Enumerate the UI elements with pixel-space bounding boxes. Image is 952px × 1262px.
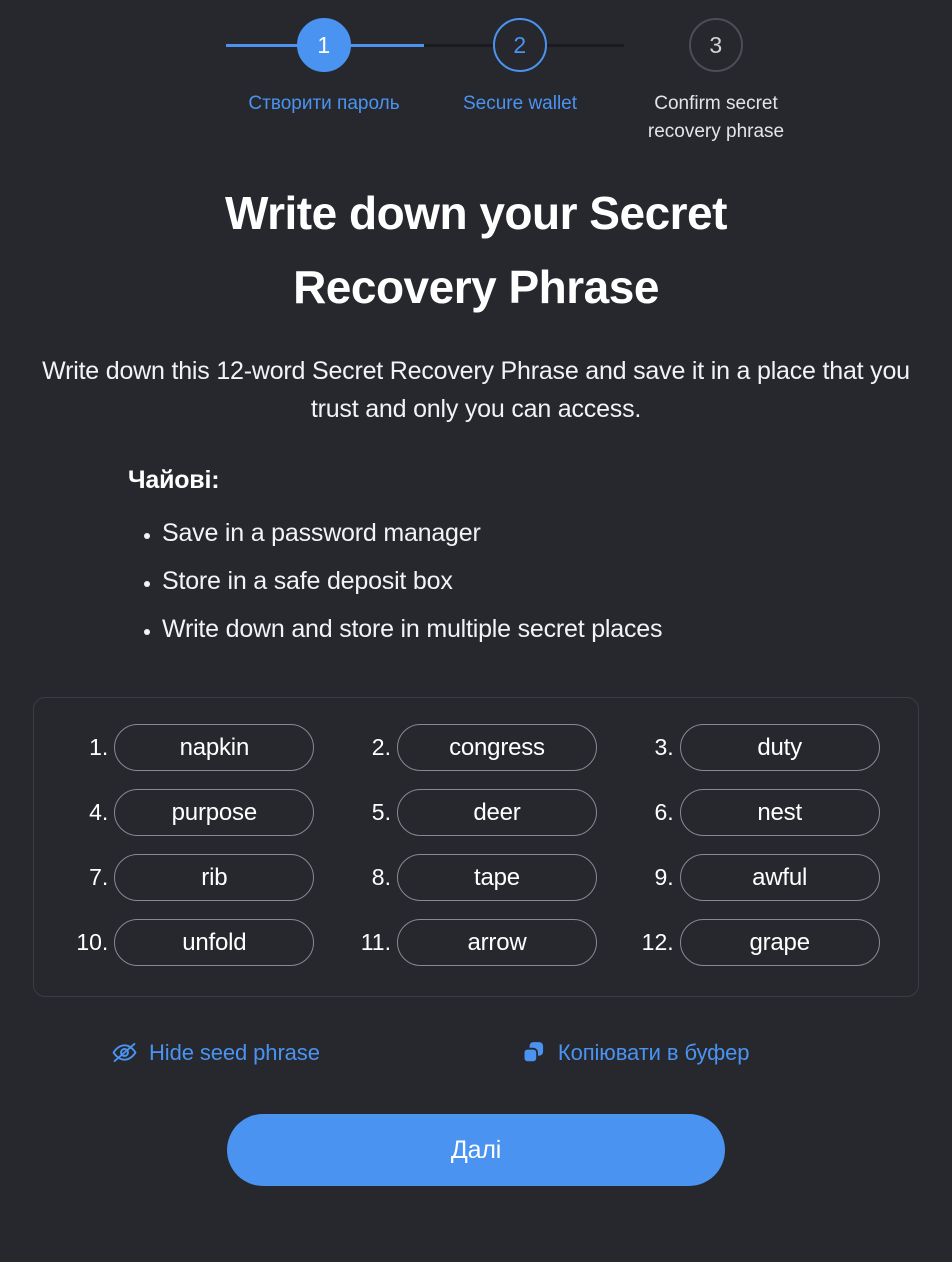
stepper-step-2[interactable]: 2 Secure wallet	[422, 18, 618, 118]
seed-word-cell-9: 9. awful	[617, 854, 900, 901]
step-3-circle: 3	[689, 18, 743, 72]
seed-word-cell-7: 7. rib	[52, 854, 335, 901]
step-1-circle: 1	[297, 18, 351, 72]
next-button[interactable]: Далі	[227, 1114, 725, 1186]
stepper-step-3[interactable]: 3 Confirm secret recovery phrase	[618, 18, 814, 146]
seed-word-pill[interactable]: arrow	[396, 919, 597, 966]
step-2-label: Secure wallet	[462, 93, 578, 114]
seed-word-pill[interactable]: purpose	[114, 789, 315, 836]
seed-word-pill[interactable]: awful	[679, 854, 880, 901]
eye-slash-icon	[111, 1039, 138, 1066]
seed-word-cell-6: 6. nest	[617, 789, 900, 836]
step-2-circle: 2	[493, 18, 547, 72]
copy-to-clipboard-button[interactable]: Копіювати в буфер	[520, 1039, 750, 1066]
seed-word-index: 7.	[89, 864, 109, 890]
seed-word-index: 12.	[641, 929, 674, 955]
seed-phrase-container: 1. napkin 2. congress 3. duty 4. purpose…	[33, 697, 919, 997]
seed-word-pill[interactable]: congress	[396, 724, 597, 771]
seed-word-pill[interactable]: tape	[396, 854, 597, 901]
copy-to-clipboard-label: Копіювати в буфер	[557, 1039, 750, 1065]
seed-word-index: 2.	[371, 734, 391, 760]
seed-word-index: 1.	[89, 734, 109, 760]
seed-phrase-grid: 1. napkin 2. congress 3. duty 4. purpose…	[52, 724, 900, 966]
seed-actions-row: Hide seed phrase Копіювати в буфер	[33, 1039, 919, 1066]
seed-word-cell-8: 8. tape	[335, 854, 618, 901]
seed-word-index: 4.	[89, 799, 109, 825]
seed-word-index: 5.	[371, 799, 391, 825]
seed-word-cell-12: 12. grape	[617, 919, 900, 966]
seed-word-pill[interactable]: rib	[114, 854, 315, 901]
seed-word-cell-4: 4. purpose	[52, 789, 335, 836]
seed-word-pill[interactable]: napkin	[114, 724, 315, 771]
tips-section: Чайові: Save in a password manager Store…	[0, 466, 952, 653]
seed-word-cell-2: 2. congress	[335, 724, 618, 771]
tips-list-item: Store in a safe deposit box	[162, 557, 952, 605]
seed-word-cell-1: 1. napkin	[52, 724, 335, 771]
tips-list-item: Save in a password manager	[162, 509, 952, 557]
tips-list-item: Write down and store in multiple secret …	[162, 605, 952, 653]
seed-word-cell-3: 3. duty	[617, 724, 900, 771]
seed-word-index: 8.	[371, 864, 391, 890]
seed-word-index: 6.	[654, 799, 674, 825]
progress-stepper: 1 Створити пароль 2 Secure wallet 3 Conf…	[0, 0, 952, 146]
cta-row: Далі	[0, 1114, 952, 1186]
seed-word-index: 9.	[654, 864, 674, 890]
tips-heading: Чайові:	[128, 466, 220, 494]
seed-word-cell-5: 5. deer	[335, 789, 618, 836]
seed-word-pill[interactable]: unfold	[114, 919, 315, 966]
seed-word-index: 10.	[76, 929, 109, 955]
step-3-label: Confirm secret recovery phrase	[647, 93, 785, 142]
step-1-label: Створити пароль	[248, 93, 400, 114]
stepper-step-1[interactable]: 1 Створити пароль	[226, 18, 422, 118]
page-subtitle: Write down this 12-word Secret Recovery …	[42, 357, 910, 423]
seed-word-pill[interactable]: duty	[679, 724, 880, 771]
tips-list: Save in a password manager Store in a sa…	[128, 509, 952, 653]
copy-icon	[520, 1039, 547, 1066]
seed-word-cell-11: 11. arrow	[335, 919, 618, 966]
hide-seed-phrase-button[interactable]: Hide seed phrase	[111, 1039, 320, 1066]
seed-word-pill[interactable]: grape	[679, 919, 880, 966]
page-title: Write down your Secret Recovery Phrase	[225, 187, 727, 313]
seed-word-pill[interactable]: deer	[396, 789, 597, 836]
seed-word-pill[interactable]: nest	[679, 789, 880, 836]
seed-word-index: 11.	[360, 929, 391, 955]
hide-seed-phrase-label: Hide seed phrase	[149, 1039, 320, 1065]
seed-word-index: 3.	[654, 734, 674, 760]
seed-word-cell-10: 10. unfold	[52, 919, 335, 966]
onboarding-screen: 1 Створити пароль 2 Secure wallet 3 Conf…	[0, 0, 952, 1262]
